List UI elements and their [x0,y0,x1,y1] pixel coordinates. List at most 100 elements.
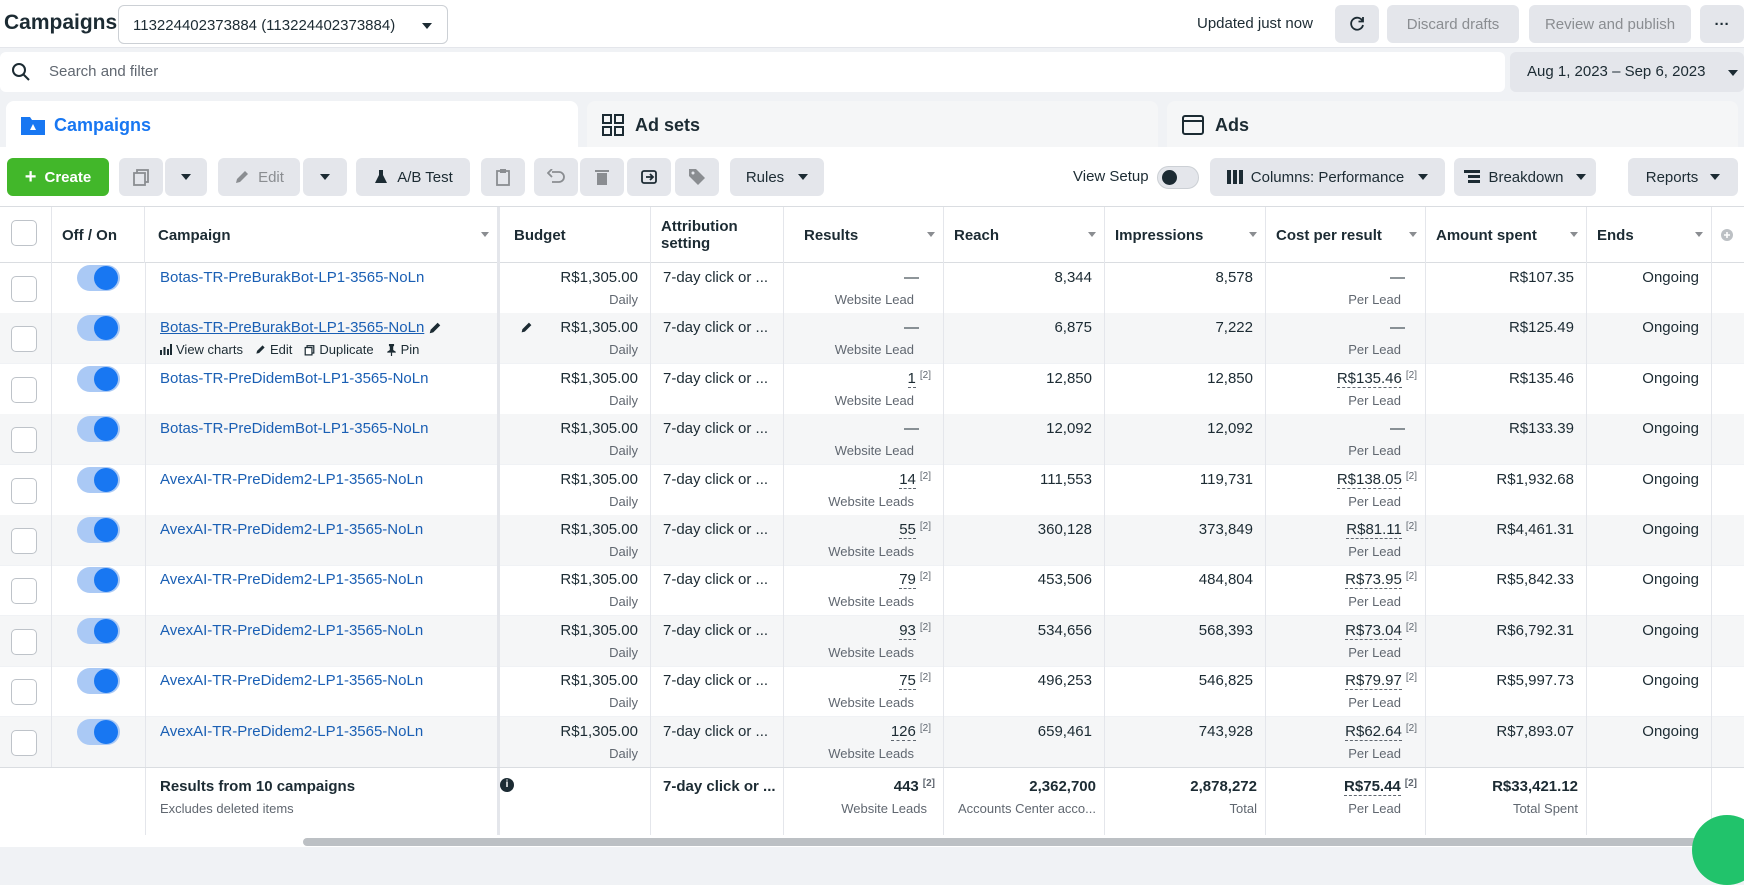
tab-ad-sets[interactable]: Ad sets [587,101,1158,149]
campaign-name-link[interactable]: AvexAI-TR-PreDidem2-LP1-3565-NoLn [160,571,423,588]
scrollbar-thumb[interactable] [303,838,1744,846]
columns-button[interactable]: Columns: Performance [1210,158,1445,196]
budget-cell[interactable]: R$1,305.00 Daily [504,414,651,466]
budget-cell[interactable]: R$1,305.00 Daily [504,716,651,768]
tag-button[interactable] [675,158,719,196]
budget-cell[interactable]: R$1,305.00 Daily [504,515,651,566]
table-row[interactable]: AvexAI-TR-PreDidem2-LP1-3565-NoLn R$1,305… [0,515,1744,566]
row-checkbox[interactable] [11,276,37,302]
campaign-toggle[interactable] [77,466,120,493]
ab-test-button[interactable]: A/B Test [356,158,470,196]
budget-cell[interactable]: R$1,305.00 Daily [504,666,651,718]
table-row[interactable]: AvexAI-TR-PreDidem2-LP1-3565-NoLn R$1,305… [0,666,1744,718]
pencil-icon[interactable] [520,321,533,334]
edit-action[interactable]: Edit [255,342,292,357]
row-checkbox[interactable] [11,729,37,756]
date-range-picker[interactable]: Aug 1, 2023 – Sep 6, 2023 [1510,52,1744,92]
budget-cell[interactable]: R$1,305.00 Daily [504,565,651,617]
table-row[interactable]: Botas-TR-PreBurakBot-LP1-3565-NoLn R$1,30… [0,263,1744,314]
budget-value: R$1,305.00 [560,672,638,690]
campaign-toggle[interactable] [77,517,120,543]
budget-cell[interactable]: R$1,305.00 Daily [504,263,651,314]
campaign-name-link[interactable]: Botas-TR-PreDidemBot-LP1-3565-NoLn [160,420,428,437]
table-row[interactable]: Botas-TR-PreDidemBot-LP1-3565-NoLn R$1,30… [0,363,1744,415]
search-input[interactable]: Search and filter [49,63,158,80]
discard-drafts-button[interactable]: Discard drafts [1387,5,1519,43]
column-results[interactable]: Results [784,207,944,263]
row-checkbox[interactable] [11,326,37,353]
campaign-name-link[interactable]: AvexAI-TR-PreDidem2-LP1-3565-NoLn [160,672,423,689]
campaign-toggle[interactable] [77,315,120,342]
campaign-name-link[interactable]: Botas-TR-PreBurakBot-LP1-3565-NoLn [160,319,424,336]
search-bar[interactable]: Search and filter [0,52,1505,92]
pencil-icon[interactable] [428,321,442,335]
duplicate-action[interactable]: Duplicate [304,342,374,357]
column-impressions[interactable]: Impressions [1105,207,1266,263]
horizontal-scrollbar[interactable] [0,835,1744,847]
table-row[interactable]: AvexAI-TR-PreDidem2-LP1-3565-NoLn R$1,305… [0,565,1744,617]
table-row[interactable]: AvexAI-TR-PreDidem2-LP1-3565-NoLn R$1,305… [0,615,1744,667]
campaign-name-link[interactable]: Botas-TR-PreBurakBot-LP1-3565-NoLn [160,269,424,286]
campaign-name-link[interactable]: Botas-TR-PreDidemBot-LP1-3565-NoLn [160,370,428,387]
campaign-toggle[interactable] [77,718,120,745]
campaign-name-link[interactable]: AvexAI-TR-PreDidem2-LP1-3565-NoLn [160,723,423,740]
campaign-toggle[interactable] [77,617,120,644]
row-checkbox[interactable] [11,578,37,605]
column-cost-per-result[interactable]: Cost per result [1266,207,1426,263]
tab-campaigns[interactable]: Campaigns [6,101,578,149]
campaign-toggle[interactable] [77,365,120,392]
review-publish-button[interactable]: Review and publish [1529,5,1691,43]
rules-button[interactable]: Rules [730,158,824,196]
more-options-button[interactable]: ··· [1700,5,1744,43]
view-charts-action[interactable]: View charts [160,342,243,357]
duplicate-dropdown-button[interactable] [165,158,207,196]
campaign-toggle[interactable] [77,668,120,695]
row-checkbox[interactable] [11,528,37,554]
tab-ads[interactable]: Ads [1167,101,1738,149]
column-budget[interactable]: Budget [504,207,651,263]
column-amount-spent[interactable]: Amount spent [1426,207,1587,263]
breakdown-button[interactable]: Breakdown [1454,158,1596,196]
budget-cell[interactable]: R$1,305.00 Daily [504,464,651,516]
row-checkbox[interactable] [11,427,37,454]
campaign-toggle[interactable] [77,416,120,443]
column-off-on[interactable]: Off / On [52,207,145,263]
row-checkbox[interactable] [11,477,37,504]
pin-action[interactable]: Pin [386,342,419,357]
row-checkbox[interactable] [11,679,37,706]
add-column-button[interactable] [1712,207,1744,263]
table-row[interactable]: Botas-TR-PreDidemBot-LP1-3565-NoLn R$1,30… [0,414,1744,466]
campaign-toggle[interactable] [77,567,120,594]
table-row[interactable]: Botas-TR-PreBurakBot-LP1-3565-NoLn View c… [0,313,1744,365]
budget-cell[interactable]: R$1,305.00 Daily [504,615,651,667]
refresh-button[interactable] [1335,5,1379,43]
budget-cell[interactable]: R$1,305.00 Daily [504,363,651,415]
duplicate-button[interactable] [119,158,163,196]
view-setup-toggle[interactable] [1157,166,1199,189]
attribution-value: 7-day click or ... [663,369,769,387]
account-selector[interactable]: 113224402373884 (113224402373884) [118,5,448,44]
table-row[interactable]: AvexAI-TR-PreDidem2-LP1-3565-NoLn R$1,305… [0,464,1744,516]
column-attribution[interactable]: Attribution setting [651,207,784,263]
reports-button[interactable]: Reports [1628,158,1738,196]
column-reach[interactable]: Reach [944,207,1105,263]
column-campaign[interactable]: Campaign [145,207,500,263]
table-row[interactable]: AvexAI-TR-PreDidem2-LP1-3565-NoLn R$1,305… [0,716,1744,768]
campaign-toggle[interactable] [77,265,120,291]
clipboard-button[interactable] [481,158,525,196]
campaign-name-link[interactable]: AvexAI-TR-PreDidem2-LP1-3565-NoLn [160,471,423,488]
row-checkbox[interactable] [11,376,37,403]
export-button[interactable] [627,158,671,196]
campaign-name-link[interactable]: AvexAI-TR-PreDidem2-LP1-3565-NoLn [160,521,423,538]
budget-cell[interactable]: R$1,305.00 Daily [504,313,651,365]
edit-button[interactable]: Edit [218,158,300,196]
row-checkbox[interactable] [11,628,37,655]
edit-dropdown-button[interactable] [303,158,347,196]
select-all-checkbox[interactable] [11,220,37,246]
delete-button[interactable] [580,158,624,196]
results-type: Website Leads [828,594,914,610]
undo-button[interactable] [534,158,578,196]
create-button[interactable]: + Create [7,158,109,196]
column-ends[interactable]: Ends [1587,207,1712,263]
campaign-name-link[interactable]: AvexAI-TR-PreDidem2-LP1-3565-NoLn [160,622,423,639]
